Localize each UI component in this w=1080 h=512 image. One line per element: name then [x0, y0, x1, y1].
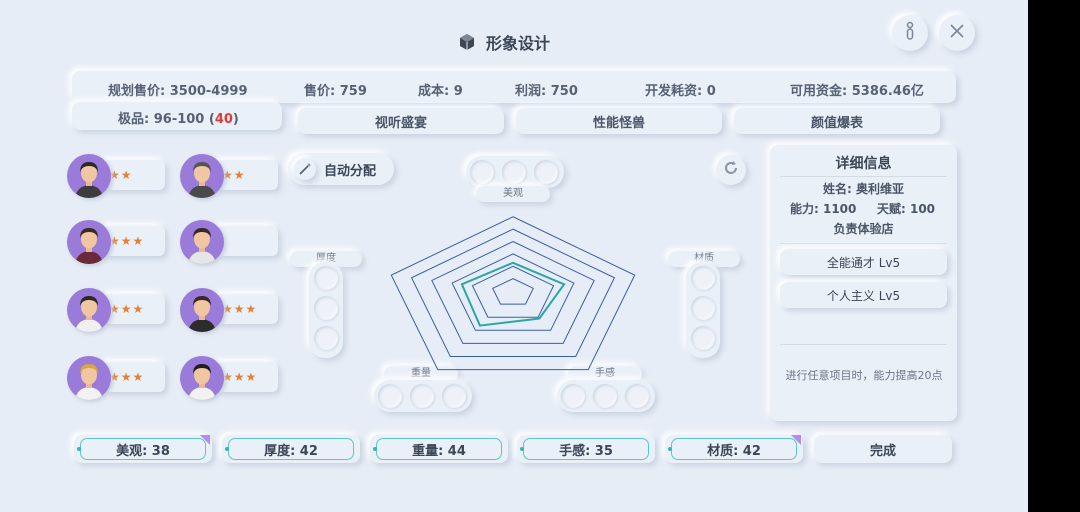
staff-avatar[interactable] [67, 220, 111, 264]
quality-range: 极品: 96-100 (40) [118, 112, 239, 127]
detail-talent: 天赋: 100 [877, 202, 936, 216]
detail-ability: 能力: 1100 [790, 202, 857, 216]
metric-material[interactable]: 材质: 42 [665, 435, 803, 463]
dot-icon [668, 447, 672, 451]
slot-weight-2[interactable] [410, 384, 434, 408]
available-funds: 可用资金: 5386.46亿 [790, 84, 924, 99]
slot-feel-1[interactable] [561, 384, 585, 408]
info-button[interactable] [892, 15, 928, 51]
metric-feel[interactable]: 手感: 35 [517, 435, 655, 463]
slot-material-2[interactable] [691, 296, 715, 320]
feature-button-3[interactable]: 颜值爆表 [734, 108, 940, 134]
staff-avatar[interactable] [180, 220, 224, 264]
quality-count: 40 [214, 112, 233, 127]
staff-star-rating: ★★★ [103, 226, 165, 256]
price: 售价: 759 [304, 84, 367, 99]
bonus-text: 进行任意项目时，能力提高20点 [785, 369, 943, 382]
staff-star-rating: ★★★ [216, 362, 278, 392]
auto-assign-button[interactable]: 自动分配 [288, 153, 394, 185]
metric-thickness[interactable]: 厚度: 42 [222, 435, 360, 463]
radar-grid-ring [492, 278, 534, 305]
slot-material-3[interactable] [691, 326, 715, 350]
feature-button-1[interactable]: 视听盛宴 [298, 108, 504, 134]
refresh-button[interactable] [716, 155, 746, 185]
slot-thickness-2[interactable] [314, 296, 338, 320]
slot-feel-3[interactable] [625, 384, 649, 408]
corner-flag-icon [791, 435, 801, 445]
page-title-text: 形象设计 [486, 34, 551, 53]
slot-weight-1[interactable] [378, 384, 402, 408]
close-button[interactable] [939, 15, 975, 51]
staff-avatar[interactable] [67, 356, 111, 400]
staff-avatar[interactable] [180, 288, 224, 332]
divider [780, 243, 947, 244]
detail-title: 详细信息 [835, 156, 892, 172]
staff-avatar[interactable] [180, 356, 224, 400]
close-icon [949, 23, 965, 44]
slot-weight-3[interactable] [442, 384, 466, 408]
staff-star-rating: ★★★ [103, 294, 165, 324]
radar-grid-ring [410, 228, 616, 357]
radar-grid-ring [390, 216, 636, 371]
page-title: 形象设计 [458, 28, 550, 56]
magic-wand-icon [294, 158, 316, 180]
info-icon [904, 21, 916, 46]
staff-star-rating: ★★★ [103, 362, 165, 392]
metric-weight[interactable]: 重量: 44 [370, 435, 508, 463]
slot-looks-1[interactable] [470, 160, 494, 184]
profit: 利润: 750 [515, 84, 578, 99]
metric-looks[interactable]: 美观: 38 [74, 435, 212, 463]
done-button[interactable]: 完成 [814, 435, 952, 463]
radar-value-polygon [460, 261, 566, 327]
staff-avatar[interactable] [180, 154, 224, 198]
divider [780, 344, 947, 345]
screen-edge [1028, 0, 1080, 512]
staff-avatar[interactable] [67, 288, 111, 332]
staff-star-rating: ★★★ [216, 294, 278, 324]
dot-icon [520, 447, 524, 451]
corner-flag-icon [200, 435, 210, 445]
dot-icon [373, 447, 377, 451]
trait-2[interactable]: 个人主义 Lv5 [780, 282, 947, 308]
slot-thickness-3[interactable] [314, 326, 338, 350]
radar-chart [390, 216, 636, 371]
cube-icon [458, 33, 476, 51]
slot-feel-2[interactable] [593, 384, 617, 408]
cost: 成本: 9 [418, 84, 463, 99]
trait-1[interactable]: 全能通才 Lv5 [780, 249, 947, 275]
dot-icon [225, 447, 229, 451]
planned-price: 规划售价: 3500-4999 [108, 84, 248, 99]
staff-star-rating: ★★ [103, 160, 165, 190]
staff-star-rating: ★★ [216, 160, 278, 190]
auto-assign-label: 自动分配 [324, 163, 377, 179]
refresh-icon [722, 159, 740, 181]
slot-looks-3[interactable] [534, 160, 558, 184]
feature-button-2[interactable]: 性能怪兽 [516, 108, 722, 134]
slot-looks-2[interactable] [502, 160, 526, 184]
divider [780, 176, 947, 177]
staff-avatar[interactable] [67, 154, 111, 198]
radar-grid-ring [451, 253, 575, 331]
staff-star-rating [216, 226, 278, 256]
dot-icon [77, 447, 81, 451]
detail-role: 负责体验店 [833, 222, 894, 236]
slot-material-1[interactable] [691, 266, 715, 290]
game-screen: 形象设计 规划售价: 3500-4999 售价: 759 成本: 9 利润: 7… [0, 0, 1028, 512]
slot-thickness-1[interactable] [314, 266, 338, 290]
detail-name: 姓名: 奥利维亚 [823, 182, 904, 196]
dev-cost: 开发耗资: 0 [645, 84, 716, 99]
